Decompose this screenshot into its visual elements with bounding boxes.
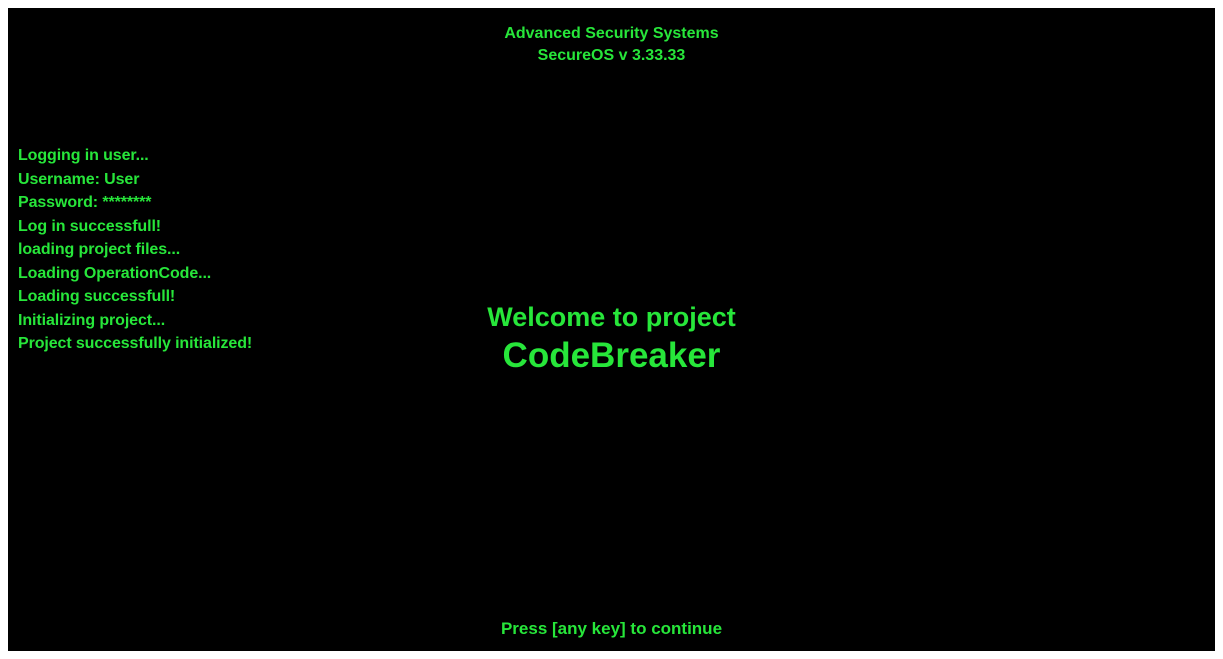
log-line: Log in successfull!: [18, 217, 162, 235]
terminal-screen[interactable]: Advanced Security Systems SecureOS v 3.3…: [8, 8, 1215, 651]
continue-prompt[interactable]: Press [any key] to continue: [8, 618, 1215, 640]
log-line: Loading OperationCode...: [18, 264, 212, 282]
welcome-message: Welcome to project CodeBreaker: [8, 299, 1215, 377]
welcome-text: Welcome to project: [487, 302, 736, 332]
os-version: SecureOS v 3.33.33: [537, 47, 686, 64]
project-name: CodeBreaker: [502, 336, 721, 375]
log-line: Password: ********: [18, 194, 152, 211]
company-title: Advanced Security Systems: [504, 25, 719, 42]
header: Advanced Security Systems SecureOS v 3.3…: [8, 23, 1215, 67]
log-line: Logging in user...: [18, 147, 149, 164]
log-line: loading project files...: [18, 241, 181, 258]
log-line: Username: User: [18, 170, 140, 188]
